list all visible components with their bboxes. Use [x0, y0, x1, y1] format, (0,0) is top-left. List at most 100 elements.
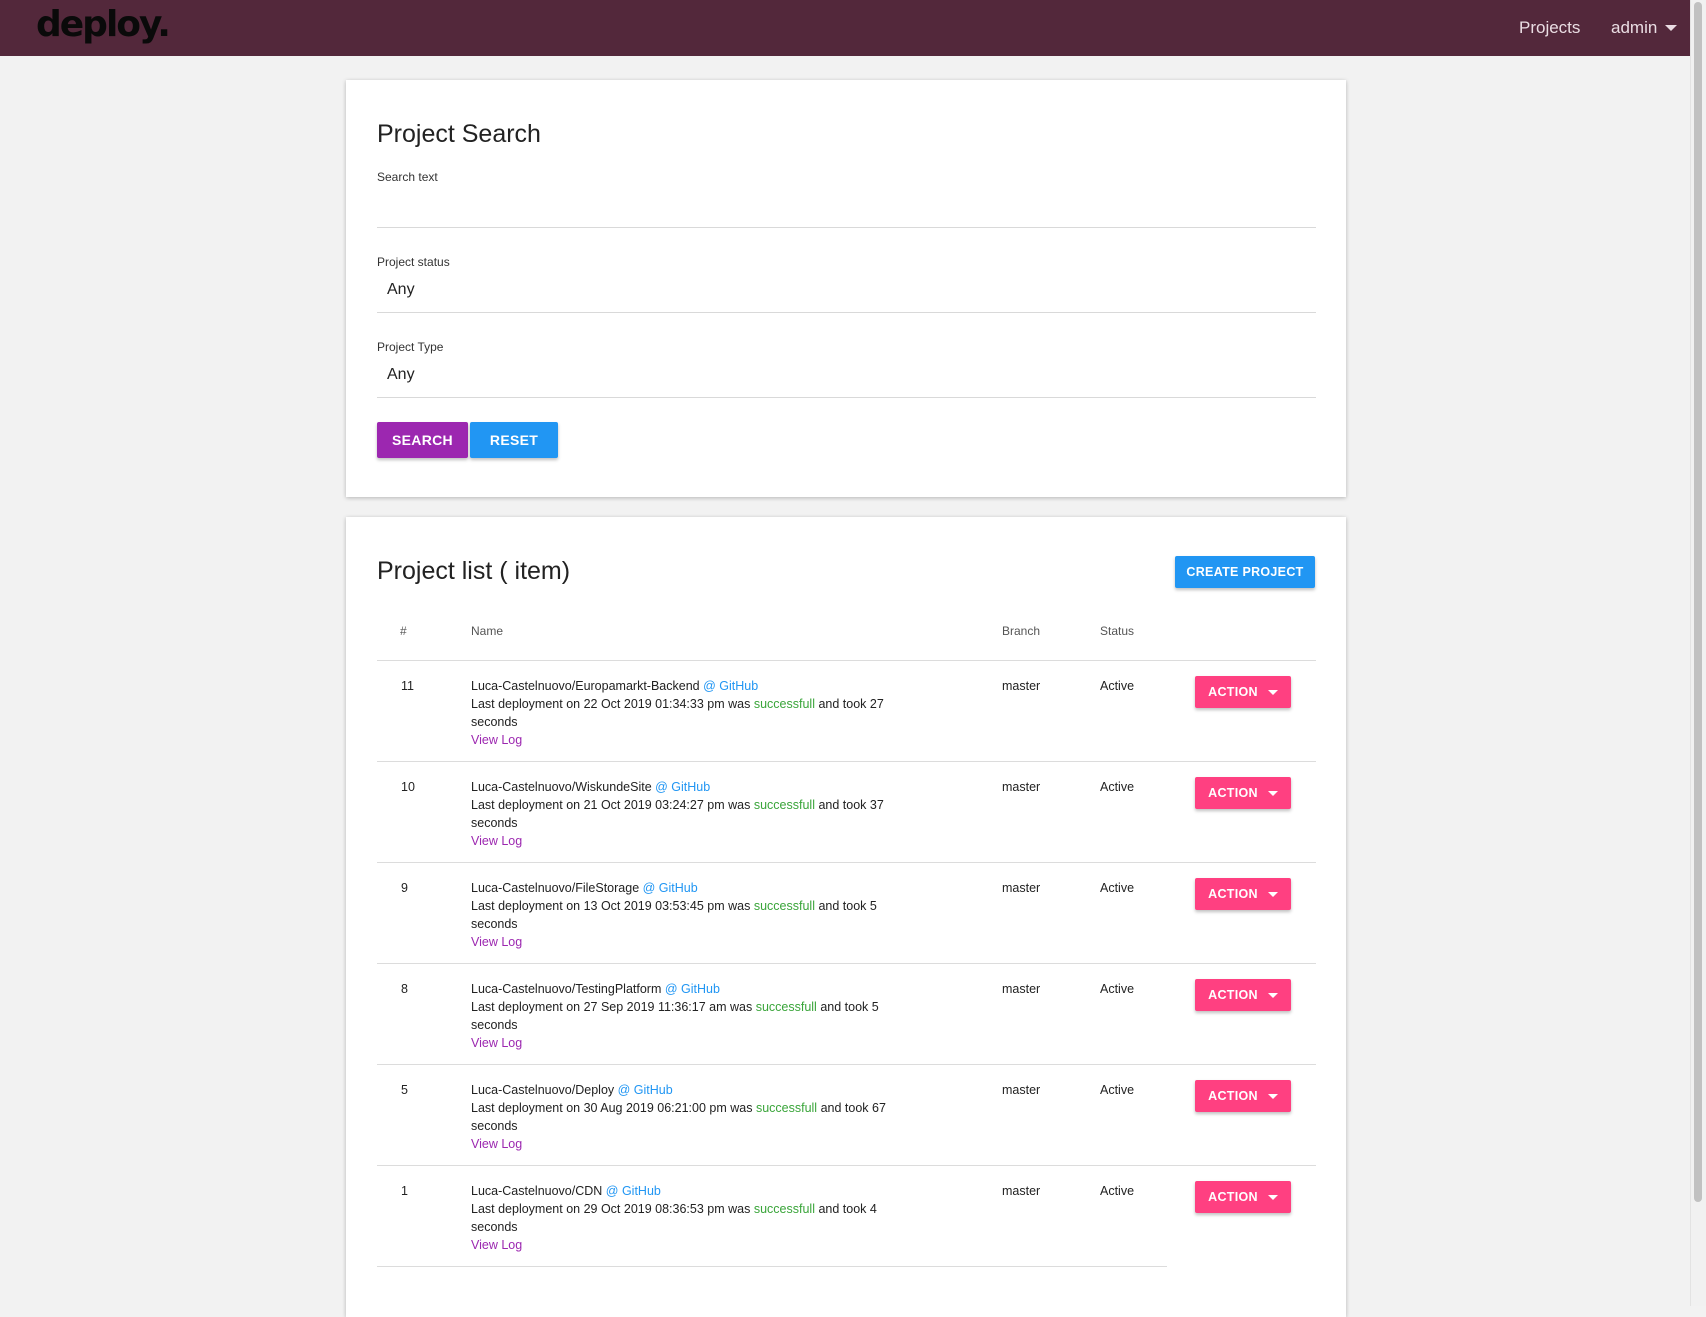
github-link[interactable]: @ GitHub: [618, 1083, 673, 1097]
scrollbar-thumb[interactable]: [1694, 2, 1702, 1202]
project-type-label: Project Type: [377, 340, 444, 354]
project-status-label: Project status: [377, 255, 450, 269]
deploy-result: successfull: [753, 798, 815, 812]
column-header-status: Status: [1100, 624, 1135, 638]
reset-button[interactable]: RESET: [470, 422, 558, 458]
view-log-link[interactable]: View Log: [471, 834, 522, 848]
branch-cell: master: [1002, 780, 1041, 794]
row-number: 1: [401, 1184, 408, 1198]
deploy-result: successfull: [753, 697, 815, 711]
view-log-link[interactable]: View Log: [471, 1036, 522, 1050]
github-link[interactable]: @ GitHub: [606, 1184, 661, 1198]
project-info: Luca-Castelnuovo/FileStorage @ GitHub La…: [471, 879, 921, 951]
status-cell: Active: [1100, 679, 1135, 693]
table-row: 9 Luca-Castelnuovo/FileStorage @ GitHub …: [377, 862, 1316, 964]
branch-cell: master: [1002, 1083, 1041, 1097]
project-type-select[interactable]: Any: [387, 366, 415, 384]
action-dropdown-button[interactable]: ACTION: [1195, 979, 1291, 1011]
project-info: Luca-Castelnuovo/WiskundeSite @ GitHub L…: [471, 778, 921, 850]
view-log-link[interactable]: View Log: [471, 1137, 522, 1151]
page-scrollbar[interactable]: [1690, 0, 1706, 1306]
column-header-name: Name: [471, 624, 504, 638]
status-cell: Active: [1100, 982, 1135, 996]
action-label: ACTION: [1208, 988, 1258, 1002]
github-link[interactable]: @ GitHub: [655, 780, 710, 794]
view-log-link[interactable]: View Log: [471, 733, 522, 747]
project-type-underline: [377, 397, 1316, 398]
user-menu[interactable]: admin: [1611, 18, 1678, 38]
action-label: ACTION: [1208, 1190, 1258, 1204]
view-log-link[interactable]: View Log: [471, 935, 522, 949]
action-dropdown-button[interactable]: ACTION: [1195, 1080, 1291, 1112]
table-row: 11 Luca-Castelnuovo/Europamarkt-Backend …: [377, 660, 1316, 762]
repo-name: Luca-Castelnuovo/Deploy: [471, 1083, 615, 1097]
chevron-down-icon: [1665, 25, 1678, 31]
status-cell: Active: [1100, 1083, 1135, 1097]
project-list-title: Project list ( item): [377, 557, 571, 585]
row-number: 11: [401, 679, 414, 693]
github-link[interactable]: @ GitHub: [643, 881, 698, 895]
table-row: 8 Luca-Castelnuovo/TestingPlatform @ Git…: [377, 963, 1316, 1065]
project-status-select[interactable]: Any: [387, 281, 415, 299]
branch-cell: master: [1002, 982, 1041, 996]
status-cell: Active: [1100, 881, 1135, 895]
user-menu-label: admin: [1611, 18, 1658, 37]
column-header-number: #: [400, 624, 407, 638]
github-link[interactable]: @ GitHub: [665, 982, 720, 996]
branch-cell: master: [1002, 679, 1041, 693]
deploy-info: Last deployment on 22 Oct 2019 01:34:33 …: [471, 697, 751, 711]
caret-down-icon: [1267, 1093, 1278, 1099]
caret-down-icon: [1267, 790, 1278, 796]
column-header-branch: Branch: [1002, 624, 1041, 638]
caret-down-icon: [1267, 992, 1278, 998]
row-number: 8: [401, 982, 408, 996]
project-info: Luca-Castelnuovo/Deploy @ GitHub Last de…: [471, 1081, 921, 1153]
project-info: Luca-Castelnuovo/Europamarkt-Backend @ G…: [471, 677, 921, 749]
github-link[interactable]: @ GitHub: [703, 679, 758, 693]
nav-projects-link[interactable]: Projects: [1519, 18, 1580, 38]
row-number: 10: [401, 780, 415, 794]
repo-name: Luca-Castelnuovo/CDN: [471, 1184, 603, 1198]
top-navbar: deploy. Projects admin: [0, 0, 1691, 56]
deploy-info: Last deployment on 21 Oct 2019 03:24:27 …: [471, 798, 751, 812]
caret-down-icon: [1267, 1194, 1278, 1200]
row-number: 9: [401, 881, 408, 895]
status-cell: Active: [1100, 1184, 1135, 1198]
action-label: ACTION: [1208, 786, 1258, 800]
deploy-info: Last deployment on 29 Oct 2019 08:36:53 …: [471, 1202, 751, 1216]
deploy-info: Last deployment on 27 Sep 2019 11:36:17 …: [471, 1000, 753, 1014]
table-row: 5 Luca-Castelnuovo/Deploy @ GitHub Last …: [377, 1064, 1316, 1166]
repo-name: Luca-Castelnuovo/TestingPlatform: [471, 982, 662, 996]
action-dropdown-button[interactable]: ACTION: [1195, 878, 1291, 910]
search-button[interactable]: SEARCH: [377, 422, 468, 458]
deploy-result: successfull: [755, 1000, 817, 1014]
row-number: 5: [401, 1083, 408, 1097]
table-bottom-divider: [377, 1266, 1167, 1267]
repo-name: Luca-Castelnuovo/FileStorage: [471, 881, 640, 895]
project-search-card: Project Search Search text Project statu…: [346, 80, 1346, 497]
project-list-card: Project list ( item) CREATE PROJECT # Na…: [346, 517, 1346, 1317]
search-text-label: Search text: [377, 170, 438, 184]
status-cell: Active: [1100, 780, 1135, 794]
project-info: Luca-Castelnuovo/CDN @ GitHub Last deplo…: [471, 1182, 921, 1254]
action-dropdown-button[interactable]: ACTION: [1195, 777, 1291, 809]
repo-name: Luca-Castelnuovo/Europamarkt-Backend: [471, 679, 700, 693]
branch-cell: master: [1002, 1184, 1041, 1198]
create-project-button[interactable]: CREATE PROJECT: [1175, 556, 1315, 588]
action-label: ACTION: [1208, 887, 1258, 901]
brand-logo[interactable]: deploy.: [36, 4, 171, 45]
action-label: ACTION: [1208, 1089, 1258, 1103]
caret-down-icon: [1267, 689, 1278, 695]
search-title: Project Search: [377, 120, 541, 148]
deploy-info: Last deployment on 13 Oct 2019 03:53:45 …: [471, 899, 751, 913]
deploy-result: successfull: [755, 1101, 818, 1115]
caret-down-icon: [1267, 891, 1278, 897]
branch-cell: master: [1002, 881, 1041, 895]
table-row: 1 Luca-Castelnuovo/CDN @ GitHub Last dep…: [377, 1165, 1316, 1267]
deploy-result: successfull: [753, 1202, 815, 1216]
repo-name: Luca-Castelnuovo/WiskundeSite: [471, 780, 652, 794]
action-dropdown-button[interactable]: ACTION: [1195, 676, 1291, 708]
action-dropdown-button[interactable]: ACTION: [1195, 1181, 1291, 1213]
view-log-link[interactable]: View Log: [471, 1238, 522, 1252]
search-text-underline: [377, 227, 1316, 228]
